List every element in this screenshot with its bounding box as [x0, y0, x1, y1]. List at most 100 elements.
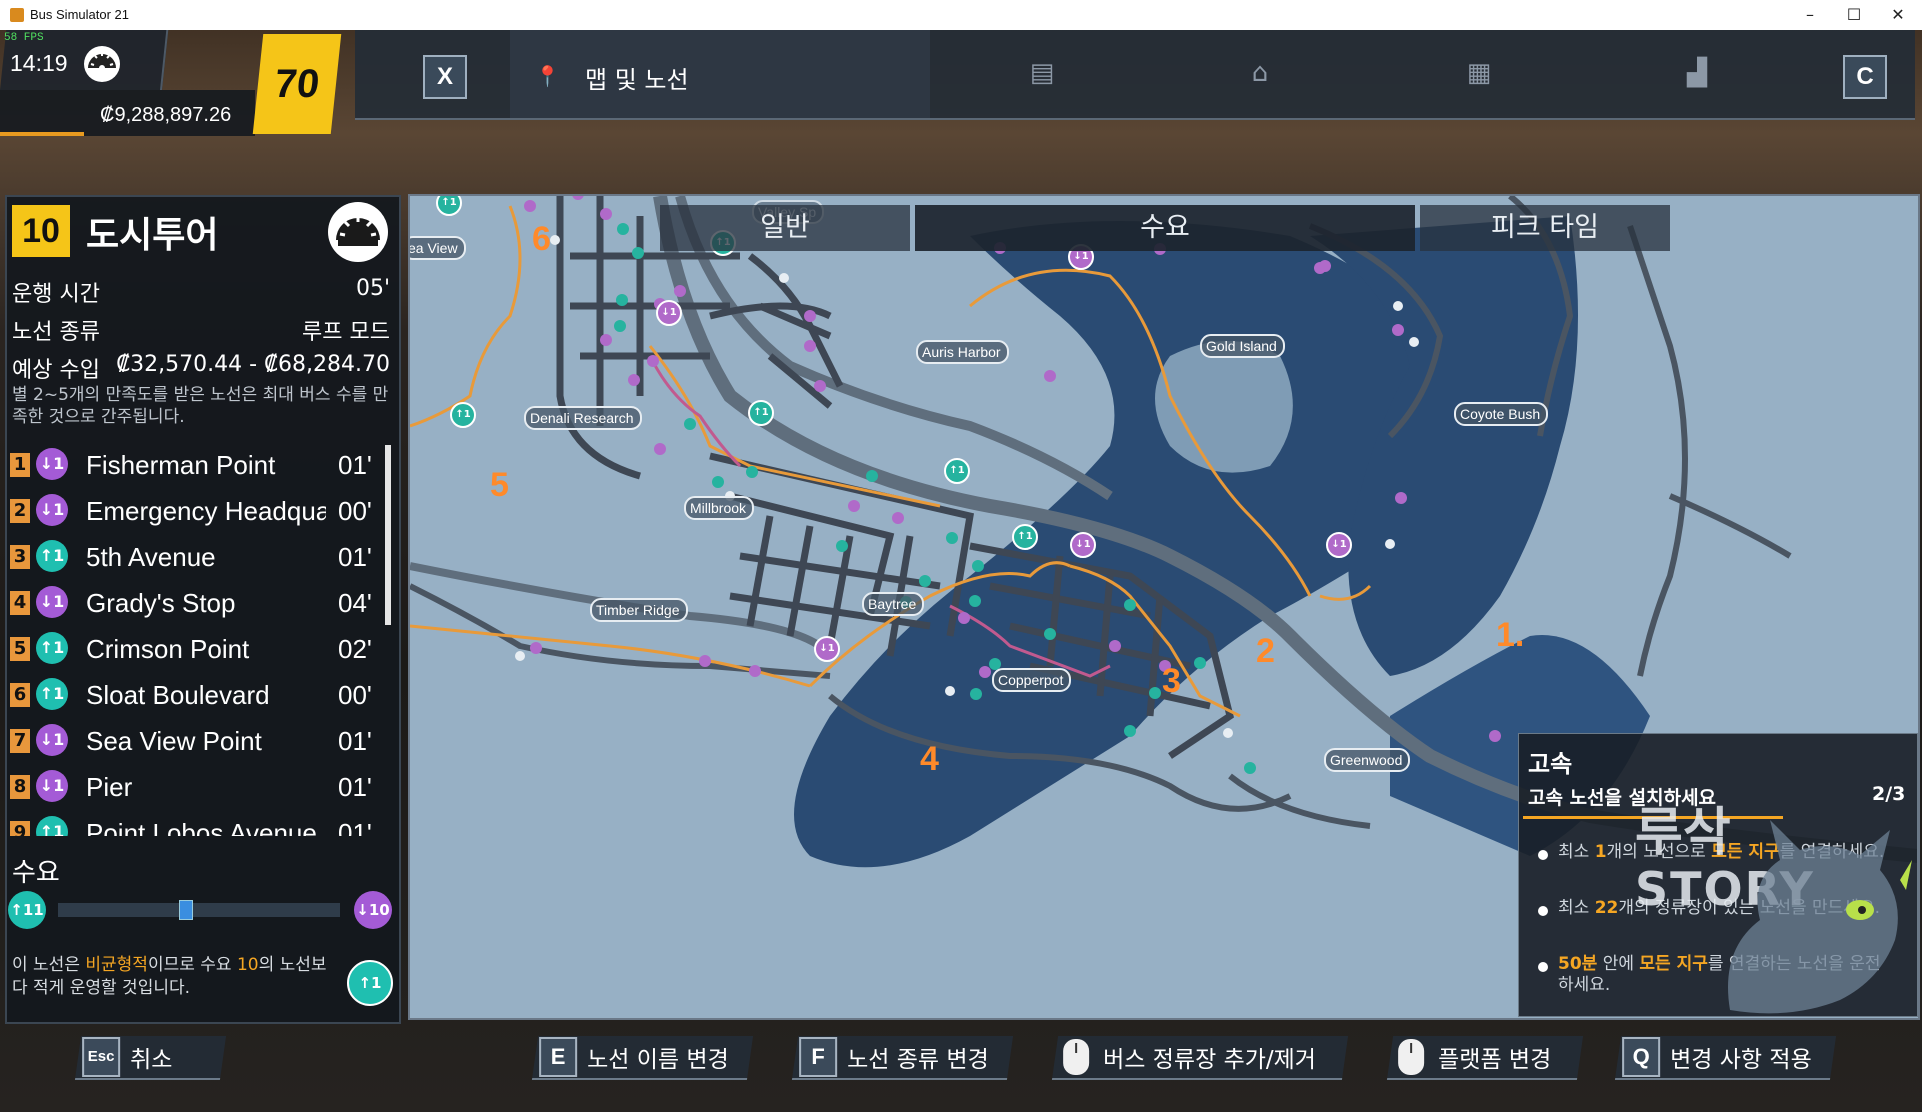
info-route-type-value: 루프 모드: [302, 320, 390, 345]
stop-direction-badge: ↑1: [36, 540, 68, 572]
stop-index: 4: [10, 591, 30, 615]
region-number: 2: [1256, 632, 1275, 670]
stop-time: 01': [338, 772, 372, 802]
apply-changes-button[interactable]: Q 변경 사항 적용: [1614, 1036, 1837, 1080]
bus-depot-icon[interactable]: ⌂: [1243, 58, 1277, 92]
stop-row[interactable]: 5 ↑1 Crimson Point 02': [8, 628, 378, 670]
stop-direction-badge: ↑1: [36, 678, 68, 710]
next-tab-key[interactable]: C: [1843, 55, 1887, 99]
location-label: Denali Research: [524, 406, 642, 430]
fps-counter: 58 FPS: [4, 32, 44, 44]
location-label: Auris Harbor: [916, 340, 1009, 364]
stop-time: 00': [338, 496, 372, 526]
app-icon: [10, 8, 24, 22]
mouse-right-icon: [1398, 1039, 1425, 1075]
demand-note-text-1: 이 노선은: [12, 955, 86, 975]
cancel-button[interactable]: Esc 취소: [74, 1036, 227, 1080]
building-icon[interactable]: ▦: [1462, 58, 1496, 92]
region-number: 5: [490, 466, 509, 504]
map-stop-marker[interactable]: ↑1: [944, 458, 970, 484]
stop-index: 2: [10, 499, 30, 523]
region-number: 4: [920, 740, 939, 778]
window-titlebar: Bus Simulator 21 – ☐ ✕: [0, 0, 1922, 30]
map-view-tabs: 일반 수요 피크 타임: [660, 205, 1670, 251]
change-platform-button[interactable]: 플랫폼 변경: [1386, 1036, 1584, 1080]
location-label: Greenwood: [1324, 748, 1411, 772]
key-hint: E: [539, 1037, 578, 1077]
key-hint: Q: [1622, 1037, 1661, 1077]
location-label: Millbrook: [684, 496, 755, 520]
minimize-button[interactable]: –: [1788, 0, 1832, 30]
change-route-type-button[interactable]: F 노선 종류 변경: [791, 1036, 1014, 1080]
demand-down-badge: ↓10: [354, 891, 392, 929]
stop-name: Emergency Headquarters: [86, 496, 326, 526]
route-book-icon[interactable]: ▤: [1025, 58, 1059, 92]
route-name: 도시투어: [86, 215, 219, 256]
task-text: 최소: [1558, 842, 1595, 862]
stop-name: 5th Avenue: [86, 542, 216, 572]
info-income-value: ₡32,570.44 - ₡68,284.70: [116, 352, 390, 377]
game-clock: 14:19: [10, 50, 68, 76]
location-label: Coyote Bush: [1454, 402, 1549, 426]
stop-name: Sea View Point: [86, 726, 262, 756]
stop-row[interactable]: 7 ↓1 Sea View Point 01': [8, 720, 378, 762]
stop-name: Crimson Point: [86, 634, 250, 664]
demand-slider-marker: [178, 900, 193, 920]
info-duration-value: 05': [355, 276, 390, 301]
stop-list-scrollbar[interactable]: [385, 445, 391, 625]
map-stop-marker[interactable]: ↑1: [450, 402, 476, 428]
stop-row[interactable]: 9 ↑1 Point Lobos Avenue 01': [8, 812, 378, 836]
stop-direction-badge: ↓1: [36, 586, 68, 618]
maximize-button[interactable]: ☐: [1832, 0, 1876, 30]
tab-map-label: 맵 및 노선: [585, 66, 689, 94]
statistics-icon[interactable]: ▟: [1680, 58, 1714, 92]
map-stop-marker[interactable]: ↓1: [1070, 532, 1096, 558]
tab-general[interactable]: 일반: [660, 205, 910, 251]
money-progress-bar: [0, 132, 85, 136]
location-label: Gold Island: [1200, 334, 1285, 358]
map-stop-marker[interactable]: ↓1: [814, 636, 840, 662]
tab-demand[interactable]: 수요: [915, 205, 1415, 251]
close-window-button[interactable]: ✕: [1876, 0, 1920, 30]
add-remove-stop-button[interactable]: 버스 정류장 추가/제거: [1051, 1036, 1349, 1080]
stop-row[interactable]: 8 ↓1 Pier 01': [8, 766, 378, 808]
action-label: 노선 이름 변경: [587, 1047, 729, 1073]
action-label: 버스 정류장 추가/제거: [1103, 1047, 1316, 1073]
demand-note: 이 노선은 비균형적이므로 수요 10의 노선보다 적게 운영할 것입니다.: [12, 954, 342, 1000]
location-label: Timber Ridge: [590, 598, 688, 622]
region-number: 6: [532, 220, 551, 258]
stop-row[interactable]: 4 ↓1 Grady's Stop 04': [8, 582, 378, 624]
stop-time: 01': [338, 542, 372, 572]
task-text: 최소: [1558, 898, 1595, 918]
stop-index: 6: [10, 683, 30, 707]
region-number: 1.: [1496, 616, 1525, 654]
demand-label: 수요: [12, 858, 60, 888]
speed-dial-icon: [84, 46, 120, 82]
close-map-key[interactable]: X: [423, 55, 467, 99]
stop-row[interactable]: 6 ↑1 Sloat Boulevard 00': [8, 674, 378, 716]
tab-peak-time[interactable]: 피크 타임: [1420, 205, 1670, 251]
map-stop-marker[interactable]: ↓1: [1326, 532, 1352, 558]
window-title: Bus Simulator 21: [30, 7, 129, 22]
map-stop-marker[interactable]: ↓1: [656, 300, 682, 326]
info-income: 예상 수입 ₡32,570.44 - ₡68,284.70: [12, 352, 390, 384]
stop-time: 04': [338, 588, 372, 618]
rename-route-button[interactable]: E 노선 이름 변경: [531, 1036, 754, 1080]
map-stop-marker[interactable]: ↑1: [748, 400, 774, 426]
stop-direction-badge: ↑1: [36, 816, 68, 836]
stop-index: 8: [10, 775, 30, 799]
stop-index: 1: [10, 453, 30, 477]
player-level-badge: 70: [252, 34, 342, 134]
stop-row[interactable]: 3 ↑1 5th Avenue 01': [8, 536, 378, 578]
map-stop-marker[interactable]: ↑1: [1012, 524, 1038, 550]
location-label: Copperpot: [992, 668, 1072, 692]
stop-time: 01': [338, 450, 372, 480]
tab-map-and-routes[interactable]: 📍 맵 및 노선: [510, 30, 930, 118]
key-hint: Esc: [82, 1037, 121, 1077]
task-highlight: 50분: [1558, 954, 1598, 974]
stop-direction-badge: ↓1: [36, 724, 68, 756]
info-duration-label: 운행 시간: [12, 282, 100, 307]
balance-direction-badge: ↑1: [347, 960, 393, 1006]
stop-row[interactable]: 2↓1 Emergency Headquarters 00': [8, 490, 378, 532]
stop-row[interactable]: 1 ↓1 Fisherman Point 01': [8, 444, 378, 486]
